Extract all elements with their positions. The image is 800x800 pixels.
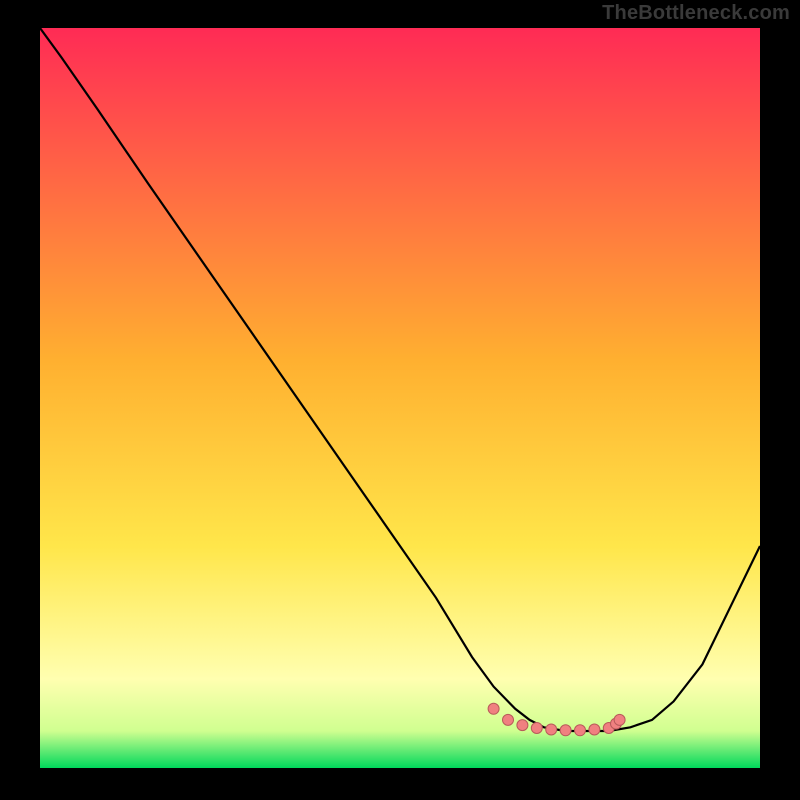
- plot-svg: [40, 28, 760, 768]
- brand-watermark: TheBottleneck.com: [602, 2, 790, 25]
- figure-root: TheBottleneck.com: [0, 0, 800, 800]
- plot-area: [40, 28, 760, 768]
- dot: [546, 724, 557, 735]
- dot: [517, 720, 528, 731]
- dot: [614, 714, 625, 725]
- gradient-background: [40, 28, 760, 768]
- dot: [560, 725, 571, 736]
- dot: [575, 725, 586, 736]
- dot: [589, 724, 600, 735]
- dot: [503, 714, 514, 725]
- dot: [488, 703, 499, 714]
- dot: [531, 723, 542, 734]
